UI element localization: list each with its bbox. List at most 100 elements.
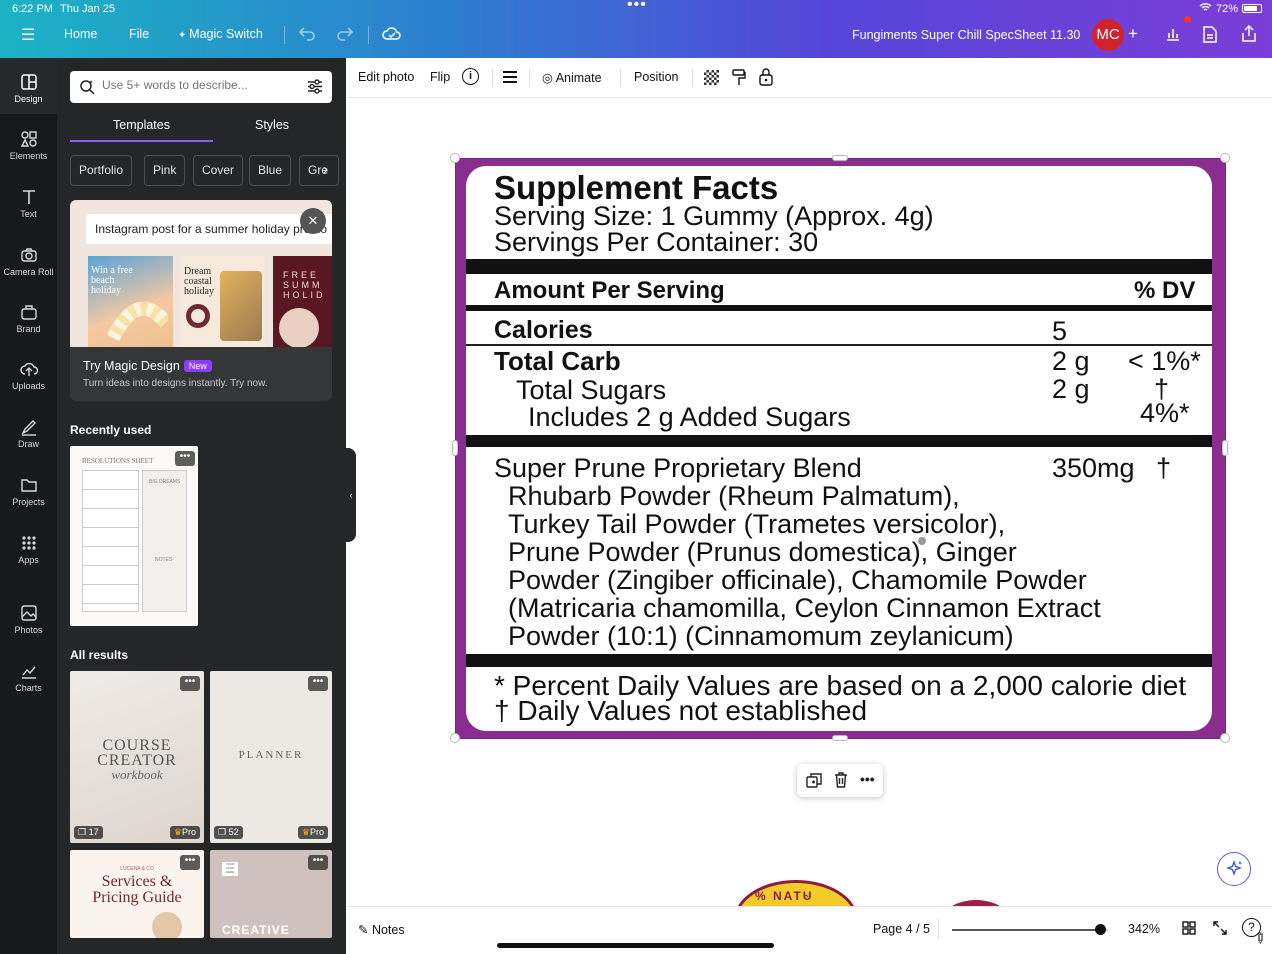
- more-options-icon[interactable]: •••: [308, 855, 328, 870]
- collapse-panel-handle[interactable]: ‹: [346, 448, 356, 542]
- search-input[interactable]: [102, 78, 302, 92]
- document-icon[interactable]: [1203, 26, 1217, 48]
- transparency-icon[interactable]: [704, 70, 719, 85]
- fullscreen-icon[interactable]: [1213, 921, 1227, 940]
- coastal-ring-art: [186, 304, 210, 328]
- rail-item-photos[interactable]: Photos: [0, 604, 57, 635]
- position-button[interactable]: Position: [634, 70, 678, 84]
- document-title[interactable]: Fungiments Super Chill SpecSheet 11.30: [852, 28, 1080, 42]
- more-actions-icon[interactable]: •••: [860, 771, 875, 787]
- resize-handle-bottom[interactable]: [832, 735, 848, 741]
- magic-design-preview: Win a free beach holiday Dream coastal h…: [70, 200, 332, 347]
- upload-cloud-icon: [19, 362, 38, 376]
- tab-templates[interactable]: Templates: [113, 118, 170, 132]
- delete-trash-icon[interactable]: [834, 772, 848, 793]
- rail-item-apps[interactable]: Apps: [0, 534, 57, 565]
- magic-switch-button[interactable]: ✦ Magic Switch: [178, 27, 263, 41]
- template-search[interactable]: [70, 71, 332, 103]
- undo-icon[interactable]: [298, 25, 316, 46]
- file-menu-button[interactable]: File: [129, 27, 149, 41]
- page-scroll-chevron-icon[interactable]: ⌃: [802, 894, 810, 905]
- resize-handle-bl[interactable]: [450, 733, 460, 743]
- resize-handle-tr[interactable]: [1220, 153, 1230, 163]
- rail-item-uploads[interactable]: Uploads: [0, 360, 57, 391]
- avatar[interactable]: MC: [1092, 19, 1124, 51]
- folder-icon: [20, 479, 37, 492]
- page-count-badge: ❐ 17: [74, 826, 103, 839]
- magic-design-card[interactable]: Win a free beach holiday Dream coastal h…: [70, 200, 332, 401]
- hamburger-menu-icon[interactable]: ☰: [21, 25, 35, 45]
- blend-value: 350mg: [1052, 453, 1135, 483]
- crown-icon: ♛: [301, 827, 310, 837]
- grid-view-icon[interactable]: [1182, 921, 1196, 940]
- multitasking-dots-icon[interactable]: •••: [627, 0, 647, 14]
- more-options-icon[interactable]: •••: [175, 451, 195, 466]
- duplicate-icon[interactable]: [806, 773, 822, 794]
- add-collaborator-icon[interactable]: +: [1128, 24, 1138, 44]
- paint-roller-icon[interactable]: [732, 69, 746, 89]
- resize-handle-top[interactable]: [832, 155, 848, 161]
- supplement-facts-image[interactable]: Supplement Facts Serving Size: 1 Gummy (…: [455, 158, 1226, 739]
- notes-button[interactable]: ✎ Notes: [358, 922, 405, 937]
- template-creative[interactable]: YOUR LOGO HERE CREATIVE •••: [210, 850, 332, 938]
- photos-icon: [20, 605, 37, 621]
- rail-item-text[interactable]: Text: [0, 188, 57, 219]
- total-carb-value: 2 g: [1052, 346, 1090, 376]
- filter-chip-portfolio[interactable]: Portfolio: [70, 155, 133, 186]
- filter-icon[interactable]: [307, 79, 323, 99]
- rail-item-brand[interactable]: Brand: [0, 303, 57, 334]
- redo-icon[interactable]: [336, 25, 354, 46]
- tab-styles[interactable]: Styles: [255, 118, 289, 132]
- chevron-right-icon[interactable]: ›: [323, 161, 328, 178]
- supplement-facts-panel: Supplement Facts Serving Size: 1 Gummy (…: [466, 166, 1212, 731]
- rotate-handle[interactable]: [916, 535, 928, 547]
- thick-rule: [466, 259, 1212, 274]
- magic-assistant-button[interactable]: [1217, 852, 1251, 886]
- rail-item-draw[interactable]: Draw: [0, 418, 57, 449]
- rail-item-elements[interactable]: Elements: [0, 130, 57, 161]
- filter-chip-pink[interactable]: Pink: [144, 155, 186, 186]
- magic-prompt-text[interactable]: Instagram post for a summer holiday prom…: [86, 214, 332, 244]
- rail-item-charts[interactable]: Charts: [0, 662, 57, 693]
- rail-item-design[interactable]: Design: [0, 58, 57, 114]
- ios-status-bar: 6:22 PM Thu Jan 25 ••• 72%: [0, 0, 1272, 18]
- notes-icon: ✎: [358, 923, 372, 937]
- recent-template-resolutions[interactable]: RESOLUTIONS SHEET BIG DREAMS NOTES •••: [70, 446, 198, 626]
- page-indicator[interactable]: Page 4 / 5: [873, 922, 930, 936]
- filter-chip-blue[interactable]: Blue: [249, 155, 292, 186]
- pages-icon: ❐: [218, 827, 229, 837]
- filter-chip-cover[interactable]: Cover: [193, 155, 244, 186]
- share-icon[interactable]: [1241, 24, 1257, 47]
- info-icon[interactable]: i: [462, 68, 479, 85]
- resize-handle-br[interactable]: [1220, 733, 1230, 743]
- more-options-icon[interactable]: •••: [308, 676, 328, 691]
- tile-text: Dream coastal holiday: [184, 266, 214, 297]
- template-services-pricing[interactable]: LUCENA & CO Services & Pricing Guide •••: [70, 850, 204, 938]
- lock-icon[interactable]: [759, 68, 773, 89]
- insights-chart-icon[interactable]: [1165, 26, 1181, 47]
- border-style-icon[interactable]: [503, 70, 517, 87]
- rail-item-camera-roll[interactable]: Camera Roll: [0, 246, 57, 277]
- animate-button[interactable]: ◎ Animate: [542, 70, 602, 85]
- more-options-icon[interactable]: •••: [180, 855, 200, 870]
- zoom-level[interactable]: 342%: [1128, 922, 1160, 936]
- resize-handle-left[interactable]: [452, 440, 458, 456]
- home-button[interactable]: Home: [64, 27, 97, 41]
- filter-chip-green[interactable]: Gre: [299, 155, 339, 186]
- edit-photo-button[interactable]: Edit photo: [358, 70, 414, 84]
- all-results-heading: All results: [70, 648, 129, 662]
- magic-search-icon: [79, 79, 95, 100]
- template-planner[interactable]: PLANNER ••• ❐ 52 ♛Pro: [210, 671, 332, 843]
- cloud-sync-icon[interactable]: [382, 26, 402, 47]
- close-icon[interactable]: ✕: [300, 208, 326, 234]
- more-options-icon[interactable]: •••: [180, 676, 200, 691]
- template-course-creator[interactable]: COURSE CREATOR workbook ••• ❐ 17 ♛Pro: [70, 671, 204, 843]
- zoom-slider[interactable]: [952, 924, 1108, 935]
- resize-handle-right[interactable]: [1222, 440, 1228, 456]
- thumb-text: CREATIVE: [222, 923, 290, 937]
- pro-badge: ♛Pro: [297, 826, 328, 839]
- rail-item-projects[interactable]: Projects: [0, 476, 57, 507]
- flip-button[interactable]: Flip: [430, 70, 450, 84]
- resize-handle-tl[interactable]: [450, 153, 460, 163]
- zoom-slider-knob[interactable]: [1095, 924, 1107, 935]
